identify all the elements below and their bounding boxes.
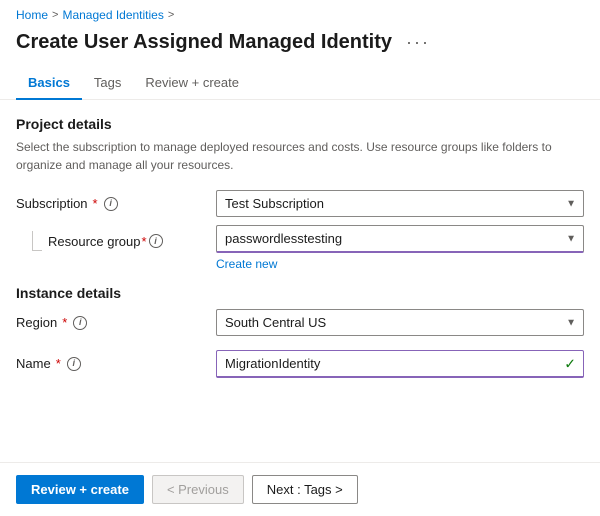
subscription-dropdown[interactable]: Test Subscription: [216, 190, 584, 217]
footer: Review + create < Previous Next : Tags >: [0, 462, 600, 516]
name-check-icon: ✓: [564, 356, 576, 373]
main-content: Project details Select the subscription …: [0, 100, 600, 378]
ellipsis-button[interactable]: ···: [402, 30, 434, 55]
review-create-button[interactable]: Review + create: [16, 475, 144, 504]
create-new-link[interactable]: Create new: [216, 257, 277, 271]
region-control: South Central US ▼: [216, 309, 584, 336]
subscription-dropdown-wrapper: Test Subscription ▼: [216, 190, 584, 217]
page-title-row: Create User Assigned Managed Identity ··…: [0, 26, 600, 67]
resource-group-label: Resource group: [48, 234, 141, 249]
region-label: Region: [16, 315, 57, 330]
resource-group-label-col: Resource group * i: [16, 225, 216, 251]
name-required: *: [56, 356, 61, 371]
project-details-section: Project details Select the subscription …: [16, 116, 584, 174]
resource-group-required: *: [142, 234, 147, 249]
region-dropdown-wrapper: South Central US ▼: [216, 309, 584, 336]
name-input[interactable]: [216, 350, 584, 378]
breadcrumb-sep-2: >: [168, 9, 174, 21]
previous-button: < Previous: [152, 475, 244, 504]
region-required: *: [62, 315, 67, 330]
name-input-wrapper: ✓: [216, 350, 584, 378]
resource-group-dropdown[interactable]: passwordlesstesting: [216, 225, 584, 253]
region-dropdown[interactable]: South Central US: [216, 309, 584, 336]
subscription-info-icon[interactable]: i: [104, 197, 118, 211]
breadcrumb-sep-1: >: [52, 9, 58, 21]
region-label-col: Region * i: [16, 309, 216, 330]
name-label-col: Name * i: [16, 350, 216, 371]
name-label: Name: [16, 356, 51, 371]
subscription-label-col: Subscription * i: [16, 190, 216, 211]
resource-group-info-icon[interactable]: i: [149, 234, 163, 248]
name-row: Name * i ✓: [16, 350, 584, 378]
subscription-required: *: [93, 196, 98, 211]
tab-tags[interactable]: Tags: [82, 67, 133, 100]
instance-details-title: Instance details: [16, 285, 584, 301]
breadcrumb-home[interactable]: Home: [16, 8, 48, 22]
next-button[interactable]: Next : Tags >: [252, 475, 358, 504]
page-title: Create User Assigned Managed Identity: [16, 31, 392, 54]
subscription-control: Test Subscription ▼: [216, 190, 584, 217]
breadcrumb: Home > Managed Identities >: [0, 0, 600, 26]
region-info-icon[interactable]: i: [73, 316, 87, 330]
name-info-icon[interactable]: i: [67, 357, 81, 371]
tabs-bar: Basics Tags Review + create: [0, 67, 600, 100]
resource-group-control: passwordlesstesting ▼ Create new: [216, 225, 584, 271]
breadcrumb-managed-identities[interactable]: Managed Identities: [62, 8, 163, 22]
project-details-title: Project details: [16, 116, 584, 132]
subscription-row: Subscription * i Test Subscription ▼: [16, 190, 584, 217]
resource-group-dropdown-wrapper: passwordlesstesting ▼: [216, 225, 584, 253]
instance-details-section: Instance details: [16, 285, 584, 301]
tab-basics[interactable]: Basics: [16, 67, 82, 100]
region-row: Region * i South Central US ▼: [16, 309, 584, 336]
project-details-desc: Select the subscription to manage deploy…: [16, 138, 584, 174]
name-control: ✓: [216, 350, 584, 378]
resource-group-row: Resource group * i passwordlesstesting ▼…: [16, 225, 584, 271]
tab-review-create[interactable]: Review + create: [133, 67, 251, 100]
subscription-label: Subscription: [16, 196, 88, 211]
